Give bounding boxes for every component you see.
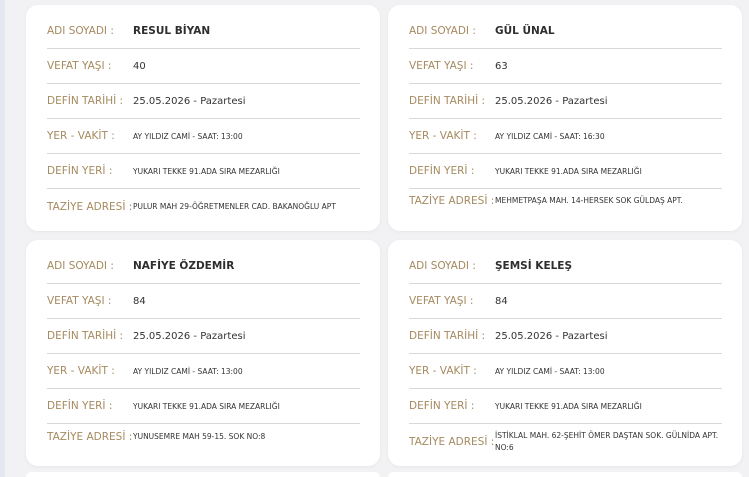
condolence-address-label: TAZİYE ADRESİ : [409,194,495,207]
burial-place-value: YUKARI TEKKE 91.ADA SIRA MEZARLIĞI [133,166,280,176]
condolence-address-value: YUNUSEMRE MAH 59-15. SOK NO:8 [133,432,266,441]
condolence-address-label: TAZİYE ADRESİ : [47,430,133,443]
name-label: ADI SOYADI : [409,25,476,37]
obituary-card: ADI SOYADI : NAFİYE ÖZDEMİR VEFAT YAŞI :… [26,240,380,466]
burial-place-value: YUKARI TEKKE 91.ADA SIRA MEZARLIĞI [495,401,642,411]
condolence-address-label: TAZİYE ADRESİ : [47,200,133,213]
name-value: ŞEMSİ KELEŞ [495,260,573,272]
burial-place-row: DEFİN YERİ : YUKARI TEKKE 91.ADA SIRA ME… [47,154,360,189]
burial-date-value: 25.05.2026 - Pazartesi [495,330,608,342]
name-label: ADI SOYADI : [47,25,114,37]
condolence-address-value: MEHMETPAŞA MAH. 14-HERSEK SOK GÜLDAŞ APT… [495,196,683,205]
name-value: GÜL ÜNAL [495,25,555,37]
age-label: VEFAT YAŞI : [409,295,474,307]
age-row: VEFAT YAŞI : 40 [47,49,360,84]
age-value: 84 [133,295,146,307]
place-time-row: YER - VAKİT : AY YILDIZ CAMİ - SAAT: 13:… [47,119,360,154]
age-label: VEFAT YAŞI : [47,60,112,72]
name-row: ADI SOYADI : RESUL BİYAN [47,14,360,49]
burial-place-value: YUKARI TEKKE 91.ADA SIRA MEZARLIĞI [133,401,280,411]
obituary-card: ADI SOYADI : GÜL ÜNAL VEFAT YAŞI : 63 DE… [388,5,742,231]
burial-date-value: 25.05.2026 - Pazartesi [495,95,608,107]
burial-place-row: DEFİN YERİ : YUKARI TEKKE 91.ADA SIRA ME… [409,389,722,424]
place-time-label: YER - VAKİT : [47,130,115,142]
page-left-edge [0,0,5,477]
obituary-card: ADI SOYADI : ŞEMSİ KELEŞ VEFAT YAŞI : 84… [388,240,742,466]
name-label: ADI SOYADI : [409,260,476,272]
burial-place-label: DEFİN YERİ : [47,165,113,177]
burial-date-label: DEFİN TARİHİ : [409,330,486,342]
age-value: 84 [495,295,508,307]
burial-date-row: DEFİN TARİHİ : 25.05.2026 - Pazartesi [47,319,360,354]
place-time-value: AY YILDIZ CAMİ - SAAT: 16:30 [495,131,605,141]
place-time-label: YER - VAKİT : [47,365,115,377]
condolence-address-row: TAZİYE ADRESİ : İSTİKLAL MAH. 62-ŞEHİT Ö… [409,424,722,459]
burial-date-label: DEFİN TARİHİ : [47,330,124,342]
burial-date-row: DEFİN TARİHİ : 25.05.2026 - Pazartesi [409,319,722,354]
burial-date-value: 25.05.2026 - Pazartesi [133,330,246,342]
age-row: VEFAT YAŞI : 84 [47,284,360,319]
burial-date-value: 25.05.2026 - Pazartesi [133,95,246,107]
next-card-edge [26,472,380,477]
place-time-row: YER - VAKİT : AY YILDIZ CAMİ - SAAT: 16:… [409,119,722,154]
burial-date-row: DEFİN TARİHİ : 25.05.2026 - Pazartesi [47,84,360,119]
burial-place-label: DEFİN YERİ : [47,400,113,412]
condolence-address-row: TAZİYE ADRESİ : PULUR MAH 29-ÖĞRETMENLER… [47,189,360,224]
condolence-address-row: TAZİYE ADRESİ : MEHMETPAŞA MAH. 14-HERSE… [409,183,722,218]
age-row: VEFAT YAŞI : 63 [409,49,722,84]
burial-place-label: DEFİN YERİ : [409,165,475,177]
age-value: 40 [133,60,146,72]
name-row: ADI SOYADI : NAFİYE ÖZDEMİR [47,249,360,284]
place-time-row: YER - VAKİT : AY YILDIZ CAMİ - SAAT: 13:… [47,354,360,389]
name-label: ADI SOYADI : [47,260,114,272]
name-row: ADI SOYADI : ŞEMSİ KELEŞ [409,249,722,284]
name-value: RESUL BİYAN [133,25,211,37]
burial-place-label: DEFİN YERİ : [409,400,475,412]
obituary-card: ADI SOYADI : RESUL BİYAN VEFAT YAŞI : 40… [26,5,380,231]
burial-date-label: DEFİN TARİHİ : [409,95,486,107]
place-time-label: YER - VAKİT : [409,130,477,142]
condolence-address-value: İSTİKLAL MAH. 62-ŞEHİT ÖMER DAŞTAN SOK. … [495,430,719,452]
place-time-label: YER - VAKİT : [409,365,477,377]
name-value: NAFİYE ÖZDEMİR [133,260,235,272]
next-card-edge [388,472,742,477]
age-value: 63 [495,60,508,72]
place-time-value: AY YILDIZ CAMİ - SAAT: 13:00 [495,366,605,376]
place-time-value: AY YILDIZ CAMİ - SAAT: 13:00 [133,366,243,376]
age-label: VEFAT YAŞI : [409,60,474,72]
place-time-value: AY YILDIZ CAMİ - SAAT: 13:00 [133,131,243,141]
name-row: ADI SOYADI : GÜL ÜNAL [409,14,722,49]
condolence-address-label: TAZİYE ADRESİ : [409,435,495,448]
condolence-address-row: TAZİYE ADRESİ : YUNUSEMRE MAH 59-15. SOK… [47,419,360,454]
place-time-row: YER - VAKİT : AY YILDIZ CAMİ - SAAT: 13:… [409,354,722,389]
burial-place-value: YUKARI TEKKE 91.ADA SIRA MEZARLIĞI [495,166,642,176]
burial-date-row: DEFİN TARİHİ : 25.05.2026 - Pazartesi [409,84,722,119]
condolence-address-value: PULUR MAH 29-ÖĞRETMENLER CAD. BAKANOĞLU … [133,201,336,211]
burial-date-label: DEFİN TARİHİ : [47,95,124,107]
age-row: VEFAT YAŞI : 84 [409,284,722,319]
age-label: VEFAT YAŞI : [47,295,112,307]
